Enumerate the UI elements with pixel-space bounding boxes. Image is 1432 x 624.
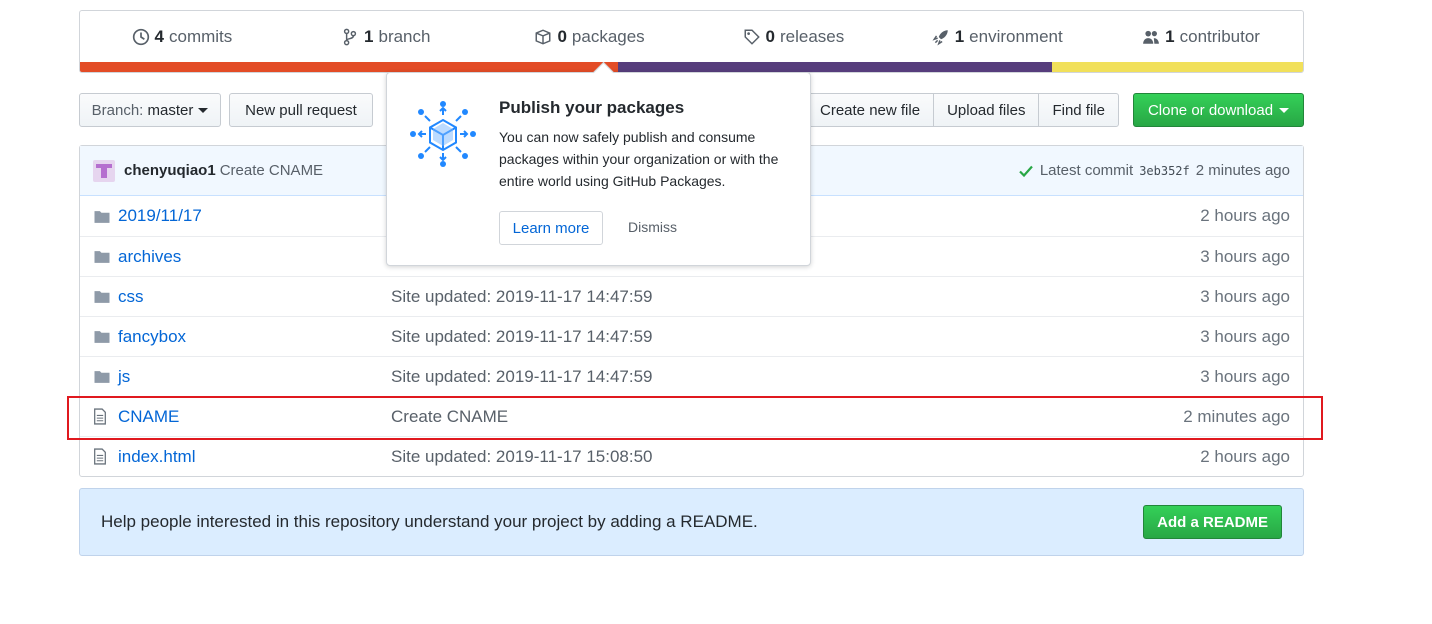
contributors-label: contributor — [1179, 27, 1260, 46]
environments-label: environment — [969, 27, 1063, 46]
file-age: 3 hours ago — [1200, 366, 1290, 386]
file-commit-message[interactable]: Site updated: 2019-11-17 14:47:59 — [391, 327, 1200, 347]
branch-prefix: Branch: — [91, 101, 144, 119]
branches-link[interactable]: 1 branch — [284, 27, 488, 47]
folder-icon — [93, 209, 111, 224]
packages-count: 0 — [557, 27, 567, 46]
file-age: 3 hours ago — [1200, 286, 1290, 306]
environments-link[interactable]: 1 environment — [895, 27, 1099, 47]
packages-popover: Publish your packages You can now safely… — [386, 72, 811, 266]
contributors-count: 1 — [1165, 27, 1175, 46]
file-commit-message[interactable]: Site updated: 2019-11-17 14:47:59 — [391, 367, 1200, 387]
file-age: 3 hours ago — [1200, 326, 1290, 346]
latest-commit-info: Latest commit 3eb352f 2 minutes ago — [1018, 162, 1290, 179]
file-name-link[interactable]: js — [118, 367, 391, 387]
package-icon — [535, 29, 551, 45]
find-file-button[interactable]: Find file — [1038, 94, 1118, 126]
file-actions-group: Create new file Upload files Find file — [806, 93, 1119, 127]
file-row: index.html Site updated: 2019-11-17 15:08… — [80, 436, 1303, 476]
highlight-box — [67, 396, 1323, 440]
git-branch-icon — [343, 28, 357, 46]
file-commit-message[interactable]: Site updated: 2019-11-17 14:47:59 — [391, 287, 1200, 307]
commits-label: commits — [169, 27, 233, 46]
caret-down-icon — [1279, 107, 1290, 113]
releases-label: releases — [780, 27, 845, 46]
language-segment — [1052, 62, 1303, 72]
packages-illustration-icon — [410, 101, 476, 167]
file-name-link[interactable]: css — [118, 287, 391, 307]
folder-icon — [93, 369, 111, 384]
upload-files-button[interactable]: Upload files — [933, 94, 1038, 126]
file-name-link[interactable]: archives — [118, 247, 391, 267]
file-commit-message[interactable]: Site updated: 2019-11-17 15:08:50 — [391, 447, 1200, 467]
create-new-file-button[interactable]: Create new file — [807, 94, 933, 126]
file-age: 2 hours ago — [1200, 446, 1290, 466]
new-pull-request-button[interactable]: New pull request — [229, 93, 373, 127]
commit-author-link[interactable]: chenyuqiao1 — [124, 162, 216, 179]
commit-message-link[interactable]: Create CNAME — [220, 162, 323, 179]
releases-count: 0 — [765, 27, 775, 46]
language-bar[interactable] — [80, 62, 1303, 72]
folder-icon — [93, 249, 111, 264]
popover-title: Publish your packages — [499, 98, 685, 117]
file-name-link[interactable]: 2019/11/17 — [118, 206, 391, 226]
clone-or-download-button[interactable]: Clone or download — [1133, 93, 1304, 127]
check-icon — [1019, 165, 1033, 177]
avatar[interactable] — [93, 159, 115, 182]
file-name-link[interactable]: fancybox — [118, 327, 391, 347]
folder-icon — [93, 329, 111, 344]
latest-commit-label: Latest commit — [1039, 162, 1134, 179]
language-segment — [618, 62, 1053, 72]
file-row: js Site updated: 2019-11-17 14:47:59 3 hou… — [80, 356, 1303, 396]
readme-prompt-text: Help people interested in this repositor… — [101, 512, 758, 531]
branch-select-button[interactable]: Branch: master — [79, 93, 221, 127]
file-row: css Site updated: 2019-11-17 14:47:59 3 ho… — [80, 276, 1303, 316]
releases-link[interactable]: 0 releases — [691, 27, 895, 47]
language-segment — [80, 62, 619, 72]
packages-link[interactable]: 0 packages — [488, 27, 692, 47]
rocket-icon — [932, 30, 948, 46]
file-age: 3 hours ago — [1200, 246, 1290, 266]
environments-count: 1 — [954, 27, 965, 46]
contributors-link[interactable]: 1 contributor — [1099, 27, 1303, 47]
commits-link[interactable]: 4 commits — [80, 27, 284, 47]
caret-down-icon — [198, 107, 209, 113]
clone-or-download-label: Clone or download — [1147, 101, 1274, 119]
file-name-link[interactable]: index.html — [118, 447, 391, 467]
new-pull-request-label: New pull request — [245, 101, 357, 119]
add-readme-button[interactable]: Add a README — [1143, 505, 1282, 539]
commit-age: 2 minutes ago — [1195, 162, 1290, 179]
people-icon — [1143, 30, 1160, 44]
popover-body: You can now safely publish and consume p… — [499, 129, 779, 189]
file-icon — [93, 448, 111, 465]
branch-name: master — [147, 101, 194, 119]
repo-summary: 4 commits 1 branch 0 packages 0 releases… — [79, 10, 1304, 73]
file-row: fancybox Site updated: 2019-11-17 14:47:5… — [80, 316, 1303, 356]
dismiss-button[interactable]: Dismiss — [628, 219, 677, 235]
commits-count: 4 — [154, 27, 164, 46]
branches-count: 1 — [364, 27, 374, 46]
readme-prompt: Help people interested in this repositor… — [79, 488, 1304, 556]
learn-more-button[interactable]: Learn more — [499, 211, 603, 245]
history-icon — [132, 28, 149, 46]
folder-icon — [93, 289, 111, 304]
file-age: 2 hours ago — [1200, 206, 1290, 225]
commit-sha-link[interactable]: 3eb352f — [1139, 164, 1190, 178]
tag-icon — [744, 29, 760, 45]
branches-label: branch — [378, 27, 431, 46]
packages-label: packages — [571, 27, 645, 46]
